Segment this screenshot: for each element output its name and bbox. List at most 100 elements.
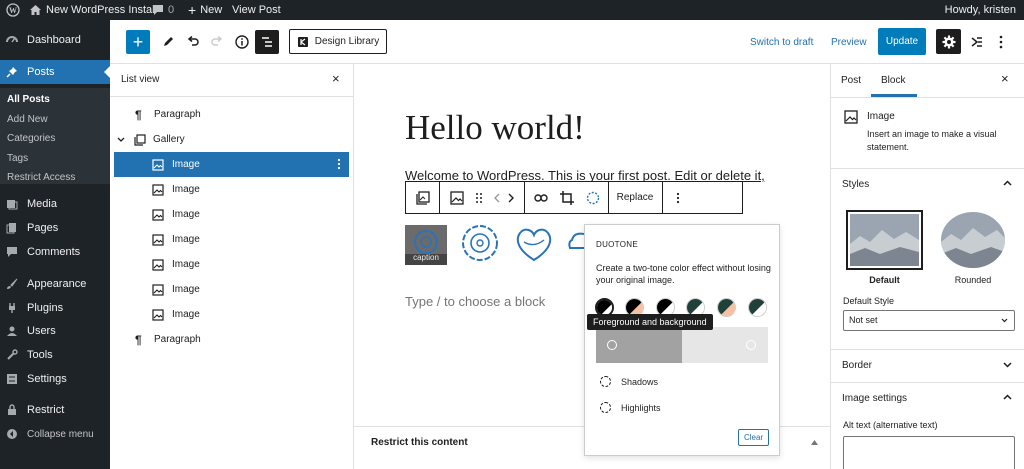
block-type-button[interactable]: [444, 182, 470, 213]
list-item-paragraph[interactable]: ¶ Paragraph: [114, 327, 349, 352]
add-block-button[interactable]: +: [126, 30, 150, 54]
gallery-image-heart[interactable]: [512, 224, 556, 264]
submenu-restrict-access[interactable]: Restrict Access: [7, 172, 75, 183]
clear-button[interactable]: Clear: [738, 429, 769, 446]
tab-block[interactable]: Block: [881, 75, 905, 86]
list-item-paragraph[interactable]: ¶ Paragraph: [114, 102, 349, 127]
block-placeholder[interactable]: Type / to choose a block: [405, 294, 545, 309]
style-rounded-option[interactable]: [941, 212, 1005, 268]
new-content-link[interactable]: + New: [188, 0, 222, 20]
styles-panel-title[interactable]: Styles: [842, 179, 869, 190]
shadows-swatch[interactable]: [600, 376, 611, 387]
wordpress-logo-icon[interactable]: W: [6, 0, 20, 20]
home-icon: [29, 4, 42, 16]
chevron-up-icon[interactable]: [1003, 180, 1012, 186]
replace-button[interactable]: Replace: [609, 182, 661, 213]
menu-dashboard[interactable]: Dashboard: [0, 28, 110, 52]
preview-button[interactable]: Preview: [831, 30, 867, 54]
switch-to-draft-button[interactable]: Switch to draft: [750, 30, 813, 54]
menu-appearance[interactable]: Appearance: [0, 272, 110, 296]
update-button[interactable]: Update: [878, 28, 926, 55]
view-post-link[interactable]: View Post: [232, 0, 281, 20]
menu-tools[interactable]: Tools: [0, 343, 110, 367]
duotone-swatch[interactable]: [717, 298, 736, 317]
duotone-button[interactable]: [580, 182, 606, 213]
restrict-panel-title[interactable]: Restrict this content: [371, 437, 468, 448]
move-left-button[interactable]: [490, 182, 504, 213]
more-vertical-icon[interactable]: [337, 158, 341, 170]
chevron-down-icon[interactable]: [1003, 362, 1012, 368]
account-menu[interactable]: Howdy, kristen: [945, 0, 1016, 20]
submenu-all-posts[interactable]: All Posts: [7, 94, 50, 105]
shadow-handle[interactable]: [607, 340, 617, 350]
divider: [831, 349, 1024, 350]
image-caption[interactable]: caption: [405, 253, 447, 262]
tools-button[interactable]: [156, 30, 180, 54]
menu-users[interactable]: Users: [0, 319, 110, 343]
menu-pages[interactable]: Pages: [0, 216, 110, 240]
library-logo-icon: [297, 36, 309, 48]
undo-button[interactable]: [181, 30, 205, 54]
comments-link[interactable]: 0: [152, 0, 174, 20]
link-button[interactable]: [528, 182, 554, 213]
style-default-option[interactable]: [846, 210, 923, 270]
highlights-swatch[interactable]: [600, 402, 611, 413]
gallery-image-selected[interactable]: caption: [405, 225, 447, 265]
menu-plugins[interactable]: Plugins: [0, 296, 110, 320]
drag-handle[interactable]: [470, 182, 488, 213]
parent-gallery-button[interactable]: [406, 182, 440, 213]
menu-settings[interactable]: Settings: [0, 367, 110, 391]
list-item-image[interactable]: Image: [114, 227, 349, 252]
swatch-tooltip: Foreground and background: [587, 314, 713, 330]
submenu-add-new[interactable]: Add New: [7, 114, 48, 125]
submenu-tags[interactable]: Tags: [7, 153, 28, 164]
post-title[interactable]: Hello world!: [405, 108, 585, 148]
tab-post[interactable]: Post: [841, 75, 861, 86]
admin-sidebar: Dashboard Posts All Posts Add New Catego…: [0, 20, 110, 469]
shadows-label[interactable]: Shadows: [621, 377, 658, 387]
list-item-image[interactable]: Image: [114, 252, 349, 277]
list-item-image[interactable]: Image: [114, 277, 349, 302]
custom-duotone-preview: [596, 327, 768, 363]
chevron-down-icon: [117, 137, 131, 143]
settings-button[interactable]: [936, 29, 961, 54]
caret-up-icon[interactable]: [811, 440, 818, 445]
default-style-select[interactable]: Not set: [843, 310, 1015, 331]
border-panel-title[interactable]: Border: [842, 360, 872, 371]
chevron-up-icon[interactable]: [1003, 394, 1012, 400]
alt-text-input[interactable]: [843, 436, 1015, 469]
gallery-image-cloud[interactable]: [568, 230, 584, 250]
close-list-view-button[interactable]: ×: [332, 72, 340, 85]
highlights-label[interactable]: Highlights: [621, 403, 661, 413]
menu-media[interactable]: Media: [0, 192, 110, 216]
duotone-swatch[interactable]: [748, 298, 767, 317]
design-library-button[interactable]: Design Library: [289, 29, 387, 54]
menu-comments[interactable]: Comments: [0, 240, 110, 264]
list-item-gallery[interactable]: Gallery: [114, 127, 349, 152]
options-button[interactable]: [989, 30, 1013, 54]
plug-icon: [5, 301, 19, 315]
details-button[interactable]: [230, 30, 254, 54]
list-item-image[interactable]: Image: [114, 302, 349, 327]
list-item-image[interactable]: Image: [114, 177, 349, 202]
move-right-button[interactable]: [504, 182, 518, 213]
menu-collapse[interactable]: Collapse menu: [0, 422, 110, 446]
menu-label: Tools: [27, 349, 53, 361]
submenu-categories[interactable]: Categories: [7, 133, 55, 144]
list-item-image-selected[interactable]: Image: [114, 152, 349, 177]
close-settings-button[interactable]: ×: [1001, 72, 1009, 85]
plugin-sidebar-button[interactable]: [965, 30, 989, 54]
site-name-link[interactable]: New WordPress Install: [29, 0, 157, 20]
redo-button[interactable]: [205, 30, 229, 54]
crop-button[interactable]: [554, 182, 580, 213]
list-view-button[interactable]: [255, 30, 279, 54]
list-item-image[interactable]: Image: [114, 202, 349, 227]
gallery-image-flower[interactable]: [458, 222, 502, 264]
block-options-button[interactable]: [663, 182, 693, 213]
drag-handle-icon: [475, 192, 483, 204]
divider: [524, 182, 525, 213]
image-settings-panel-title[interactable]: Image settings: [842, 393, 907, 404]
menu-posts[interactable]: Posts: [0, 60, 110, 84]
highlight-handle[interactable]: [746, 340, 756, 350]
menu-restrict[interactable]: Restrict: [0, 398, 110, 422]
